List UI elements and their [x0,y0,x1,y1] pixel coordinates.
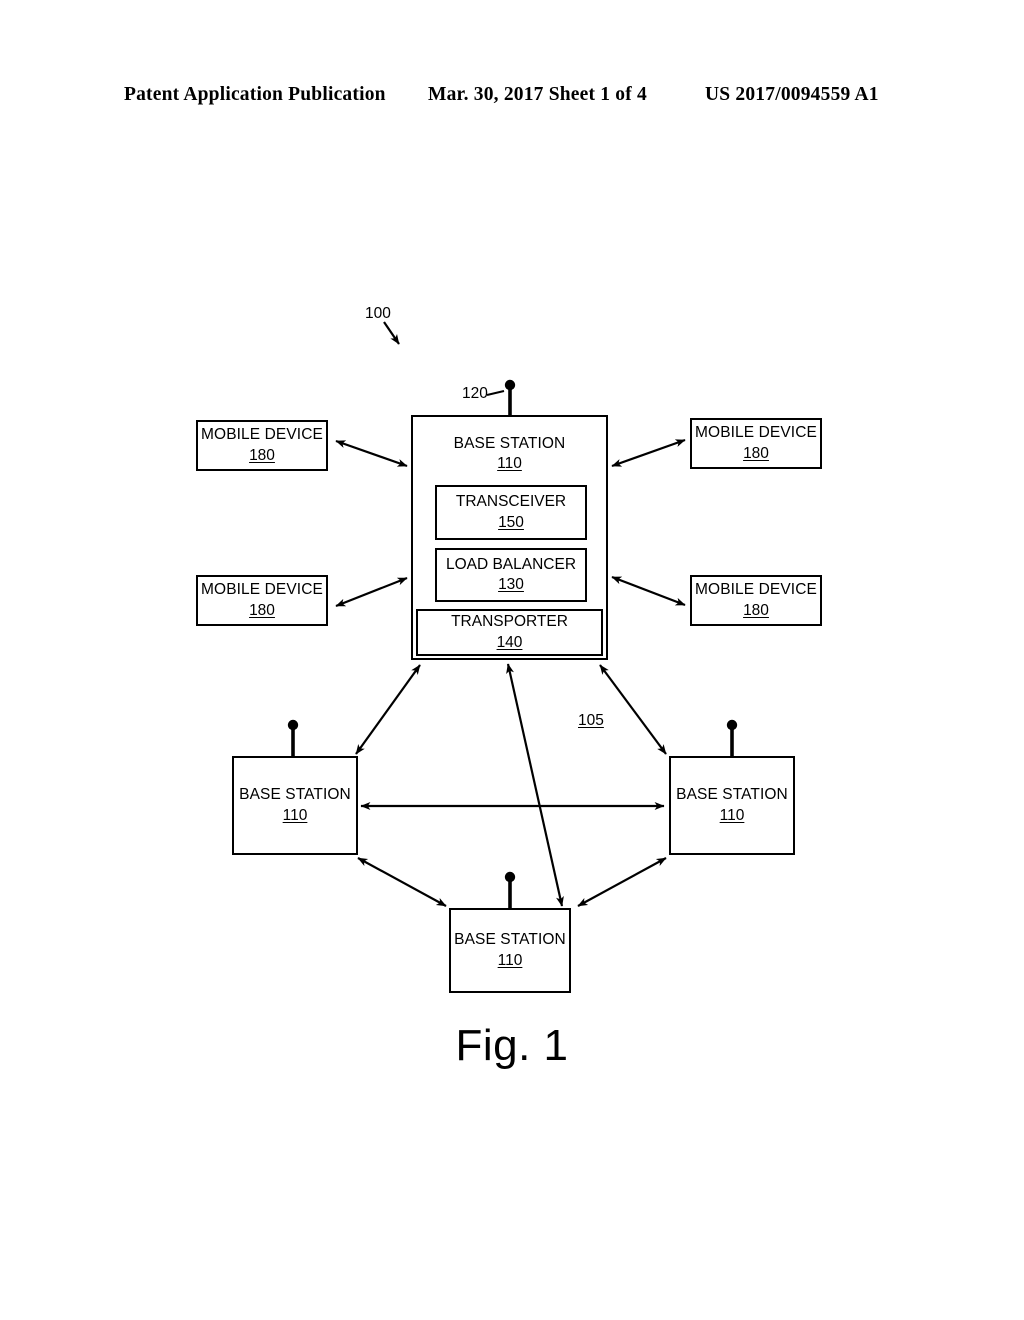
mobile-device-box-bottom-right: MOBILE DEVICE 180 [690,575,822,626]
mobile-device-box-top-right: MOBILE DEVICE 180 [690,418,822,469]
peripheral-base-station-box-right: BASE STATION 110 [669,756,795,855]
mobile-device-label: MOBILE DEVICE [201,426,323,444]
peripheral-base-station-ref: 110 [719,806,745,824]
ref-numeral-105: 105 [578,712,604,729]
transporter-ref: 140 [496,633,523,651]
transporter-module-box: TRANSPORTER 140 [416,609,603,656]
peripheral-base-station-box-left: BASE STATION 110 [232,756,358,855]
transceiver-label: TRANSCEIVER [455,493,567,511]
peripheral-base-station-ref: 110 [497,951,523,969]
mobile-device-label: MOBILE DEVICE [695,424,817,442]
mobile-device-ref: 180 [743,601,769,619]
ref-numeral-120: 120 [462,385,488,402]
mobile-device-box-top-left: MOBILE DEVICE 180 [196,420,328,471]
ref-numeral-100: 100 [365,305,391,322]
load-balancer-label: LOAD BALANCER [445,555,577,573]
transporter-label: TRANSPORTER [451,613,568,631]
antenna-bottom-bs [504,871,516,908]
link-central-to-left-bs [355,664,421,755]
link-left-to-bottom-bs [357,857,447,907]
figure-caption: Fig. 1 [455,1021,569,1070]
peripheral-base-station-box-bottom: BASE STATION 110 [449,908,571,993]
peripheral-base-station-label: BASE STATION [239,786,351,804]
load-balancer-module-box: LOAD BALANCER 130 [435,548,587,602]
transceiver-ref: 150 [498,513,524,531]
link-md-bottomleft [335,576,408,608]
mobile-device-ref: 180 [249,446,275,464]
antenna-central [486,379,516,415]
central-base-station-ref: 110 [497,455,522,473]
link-right-to-bottom-bs [577,857,667,907]
mobile-device-label: MOBILE DEVICE [695,581,817,599]
link-central-to-bottom-bs [506,663,564,907]
link-central-to-right-bs [599,664,667,755]
figure-vector-layer [287,321,738,908]
system-leader-arrow [383,321,400,345]
mobile-device-label: MOBILE DEVICE [201,581,323,599]
antenna-left-bs [287,719,299,756]
mobile-device-ref: 180 [249,601,275,619]
transceiver-module-box: TRANSCEIVER 150 [435,485,587,540]
link-md-topright [611,438,686,468]
link-md-topleft [335,439,408,468]
mobile-device-ref: 180 [743,444,769,462]
load-balancer-ref: 130 [498,576,524,593]
peripheral-base-station-ref: 110 [282,806,308,824]
mobile-device-box-bottom-left: MOBILE DEVICE 180 [196,575,328,626]
patent-figure-1: 100 120 105 BASE STATION 110 TRANSCEIVER… [0,0,1024,1320]
peripheral-base-station-label: BASE STATION [454,931,566,949]
peripheral-base-station-label: BASE STATION [676,786,788,804]
link-md-bottomright [611,575,686,607]
central-base-station-label: BASE STATION [453,435,566,452]
antenna-right-bs [726,719,738,756]
